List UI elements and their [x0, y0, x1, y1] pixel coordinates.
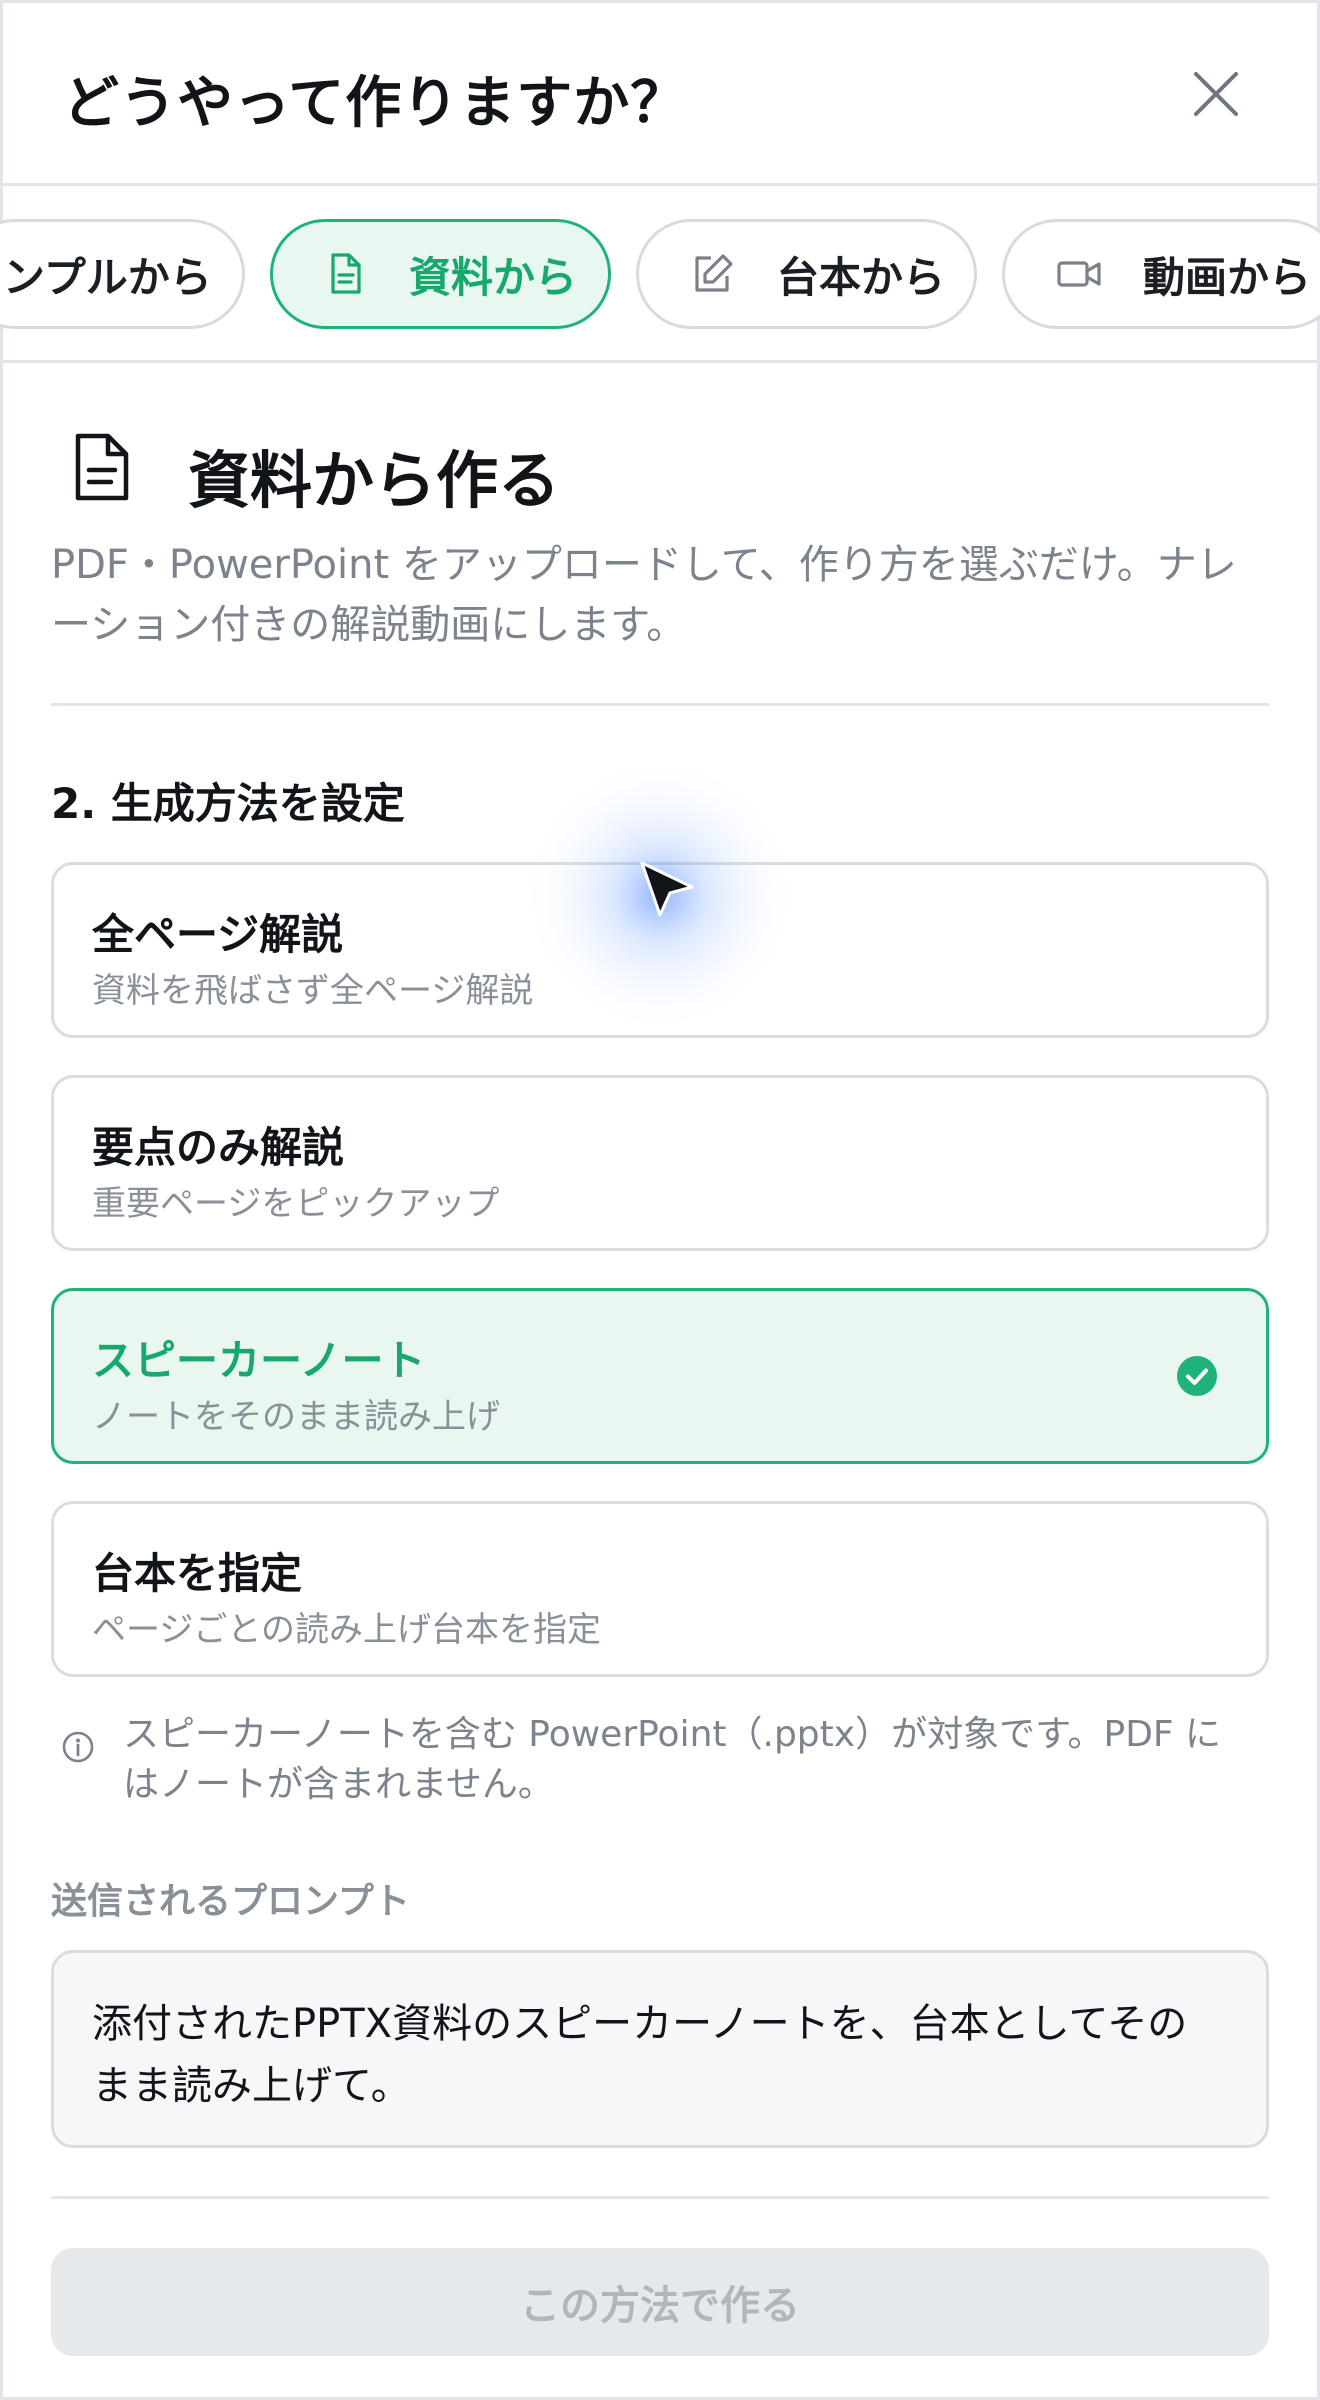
video-icon: [1057, 261, 1101, 287]
dialog-title: どうやって作りますか？: [63, 71, 688, 136]
option-title: 台本を指定: [92, 1549, 303, 1598]
option-speaker-notes[interactable]: スピーカーノート ノートをそのまま読み上げ: [51, 1288, 1269, 1464]
tab-script[interactable]: 台本から: [636, 219, 977, 329]
step-title: 2. 生成方法を設定: [51, 779, 405, 828]
prompt-text: 添付されたPPTX資料のスピーカーノートを、台本としてそのまま読み上げて。: [92, 2001, 1188, 2109]
info-note: スピーカーノートを含む PowerPoint（.pptx）が対象です。PDF に…: [123, 1714, 1222, 1805]
document-icon: [75, 433, 129, 501]
info-icon: [62, 1731, 94, 1763]
close-icon[interactable]: [1180, 58, 1252, 130]
option-title: スピーカーノート: [92, 1336, 426, 1385]
option-subtitle: ページごとの読み上げ台本を指定: [92, 1610, 601, 1650]
option-custom-script[interactable]: 台本を指定 ページごとの読み上げ台本を指定: [51, 1501, 1269, 1677]
divider: [51, 703, 1269, 706]
mouse-cursor-icon: [520, 755, 800, 1035]
option-title: 全ページ解説: [92, 910, 344, 959]
option-subtitle: 資料を飛ばさず全ページ解説: [92, 971, 534, 1011]
tab-label: ンプルから: [3, 252, 212, 302]
section-title: 資料から作る: [188, 444, 561, 517]
tab-label: 台本から: [777, 252, 946, 302]
tab-template[interactable]: ンプルから: [0, 219, 245, 329]
tab-label: 動画から: [1143, 252, 1312, 302]
tab-video[interactable]: 動画から: [1002, 219, 1320, 329]
method-tabs: ンプルから 資料から 台本から 動画から: [0, 189, 1320, 363]
prompt-label: 送信されるプロンプト: [51, 1881, 410, 1922]
option-subtitle: 重要ページをピックアップ: [92, 1184, 500, 1224]
section-description: PDF・PowerPoint をアップロードして、作り方を選ぶだけ。ナレーション…: [51, 542, 1237, 648]
document-icon: [331, 253, 361, 294]
option-subtitle: ノートをそのまま読み上げ: [92, 1397, 500, 1437]
check-circle-icon: [1177, 1356, 1217, 1396]
option-key-points[interactable]: 要点のみ解説 重要ページをピックアップ: [51, 1075, 1269, 1251]
dialog-header: どうやって作りますか？: [0, 0, 1320, 186]
tab-label: 資料から: [409, 252, 578, 302]
divider: [51, 2196, 1269, 2199]
edit-icon: [695, 254, 733, 292]
tab-document[interactable]: 資料から: [270, 219, 611, 329]
create-button[interactable]: この方法で作る: [51, 2248, 1269, 2356]
option-title: 要点のみ解説: [92, 1123, 345, 1172]
prompt-box: 添付されたPPTX資料のスピーカーノートを、台本としてそのまま読み上げて。: [51, 1950, 1269, 2148]
